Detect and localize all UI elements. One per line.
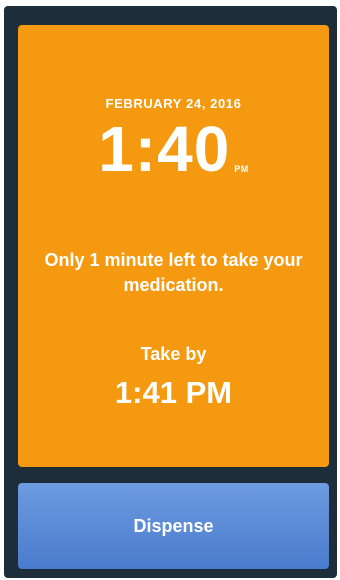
current-time: 1:40 PM xyxy=(18,113,329,185)
medication-alert-card: FEBRUARY 24, 2016 1:40 PM Only 1 minute … xyxy=(18,25,329,467)
current-time-value: 1:40 xyxy=(98,113,231,185)
current-time-meridiem: PM xyxy=(234,164,249,174)
current-date: FEBRUARY 24, 2016 xyxy=(105,96,242,111)
take-by-time: 1:41 PM xyxy=(114,375,233,410)
take-by-label: Take by xyxy=(140,344,207,364)
alert-message: Only 1 minute left to take your medicati… xyxy=(44,250,303,295)
dispense-button[interactable]: Dispense xyxy=(18,483,329,569)
device-frame: FEBRUARY 24, 2016 1:40 PM Only 1 minute … xyxy=(4,6,337,578)
